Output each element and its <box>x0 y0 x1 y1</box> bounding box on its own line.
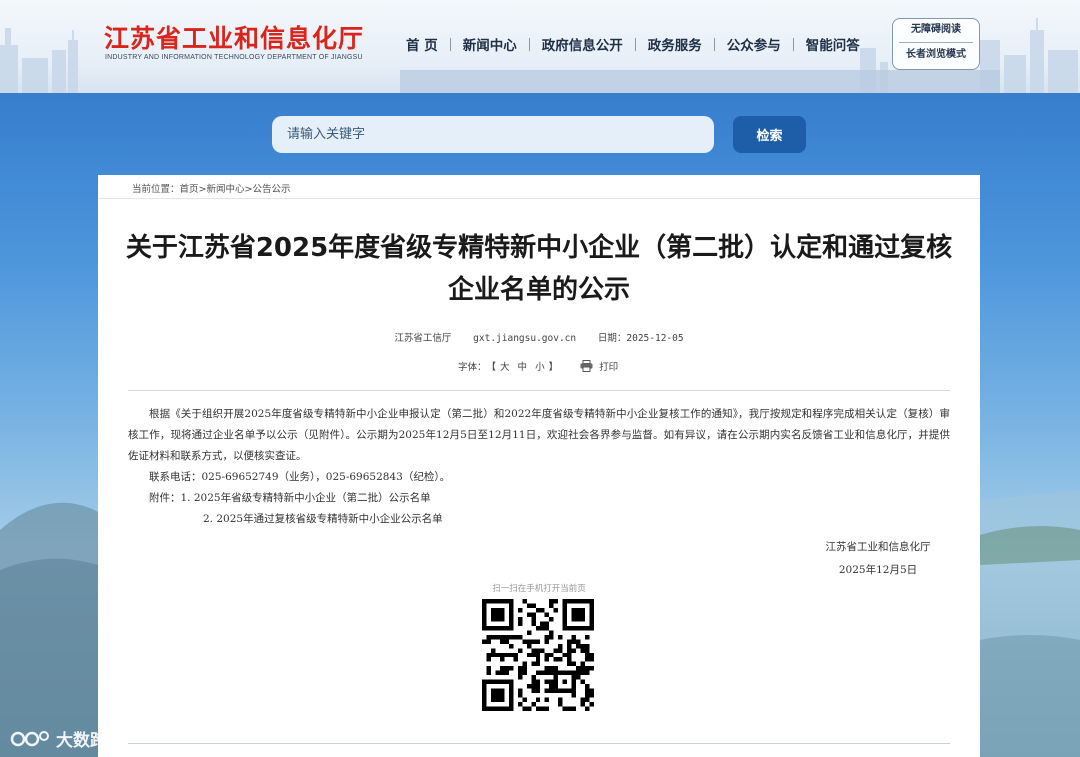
signature-block: 江苏省工业和信息化厅 2025年12月5日 <box>798 536 958 582</box>
nav-divider <box>792 37 794 51</box>
article-tools: 字体： 【 大 中 小 】 打印 <box>458 359 618 373</box>
nav-divider <box>713 37 715 51</box>
nav-news-center[interactable]: 新闻中心 <box>457 34 523 54</box>
barrier-free-reading-button[interactable]: 无障碍阅读 <box>893 19 979 41</box>
article-site: gxt.jiangsu.gov.cn <box>473 333 577 344</box>
main-nav: 首 页 新闻中心 政府信息公开 政务服务 公众参与 智能问答 <box>400 34 866 54</box>
watermark-text: 大数跨境 <box>56 731 124 751</box>
attachment-1-link[interactable]: 1. 2025年省级专精特新中小企业（第二批）公示名单 <box>181 492 431 504</box>
sign-date: 2025年12月5日 <box>838 564 918 576</box>
site-header: 江苏省工业和信息化厅 INDUSTRY AND INFORMATION TECH… <box>0 0 1080 93</box>
watermark: 大数跨境 <box>10 726 124 751</box>
font-size-medium[interactable]: 中 <box>518 359 528 373</box>
printer-icon <box>580 360 593 372</box>
article-body: 根据《关于组织开展2025年度省级专精特新中小企业申报认定（第二批）和2022年… <box>128 404 950 530</box>
breadcrumb-prefix: 当前位置： <box>132 184 180 195</box>
breadcrumb: 当前位置：首页>新闻中心>公告公示 <box>132 181 291 195</box>
nav-divider <box>634 37 636 51</box>
signer-name: 江苏省工业和信息化厅 <box>825 541 931 553</box>
search-input[interactable] <box>272 116 714 153</box>
attachment-1-row: 附件：1. 2025年省级专精特新中小企业（第二批）公示名单 <box>128 488 950 509</box>
attachment-label: 附件： <box>149 492 181 504</box>
nav-home[interactable]: 首 页 <box>400 34 444 54</box>
elderly-mode-button[interactable]: 长者浏览模式 <box>893 44 979 66</box>
qr-caption: 扫一扫在手机打开当前页 <box>492 584 586 594</box>
bracket-right: 】 <box>548 362 559 373</box>
breadcrumb-divider <box>98 198 980 199</box>
breadcrumb-news-center[interactable]: 新闻中心 <box>207 184 245 195</box>
print-label: 打印 <box>599 362 619 373</box>
site-logo-subtitle: INDUSTRY AND INFORMATION TECHNOLOGY DEPA… <box>105 54 363 61</box>
qr-code <box>482 599 594 711</box>
accessibility-divider <box>899 42 973 43</box>
article-date: 日期：2025-12-05 <box>598 333 684 344</box>
print-button[interactable]: 打印 <box>580 359 618 373</box>
nav-gov-services[interactable]: 政务服务 <box>642 34 708 54</box>
font-size-small[interactable]: 小 <box>535 359 545 373</box>
attachment-2-link[interactable]: 2. 2025年通过复核省级专精特新中小企业公示名单 <box>203 513 443 525</box>
watermark-logo-icon <box>10 730 49 746</box>
nav-public-participation[interactable]: 公众参与 <box>721 34 787 54</box>
article-paragraph: 根据《关于组织开展2025年度省级专精特新中小企业申报认定（第二批）和2022年… <box>128 408 950 462</box>
site-logo-title[interactable]: 江苏省工业和信息化厅 <box>104 19 364 55</box>
footer-divider <box>128 743 950 744</box>
font-size-large[interactable]: 大 <box>500 359 510 373</box>
font-size-label: 字体： <box>458 362 487 373</box>
article-card: 当前位置：首页>新闻中心>公告公示 关于江苏省2025年度省级专精特新中小企业（… <box>98 175 980 757</box>
date-label: 日期： <box>597 333 627 344</box>
search-button[interactable]: 检索 <box>733 116 806 153</box>
article-source: 江苏省工信厅 <box>394 333 452 344</box>
date-value: 2025-12-05 <box>626 333 684 344</box>
nav-gov-info-public[interactable]: 政府信息公开 <box>536 34 629 54</box>
breadcrumb-home[interactable]: 首页 <box>180 184 199 195</box>
bracket-left: 【 <box>486 362 497 373</box>
accessibility-box: 无障碍阅读 长者浏览模式 <box>892 18 980 70</box>
article-title: 关于江苏省2025年度省级专精特新中小企业（第二批）认定和通过复核企业名单的公示 <box>125 233 953 305</box>
nav-divider <box>528 37 530 51</box>
attachment-2-row: 2. 2025年通过复核省级专精特新中小企业公示名单 <box>128 509 950 530</box>
nav-divider <box>449 37 451 51</box>
breadcrumb-separator: > <box>198 184 207 195</box>
article-meta: 江苏省工信厅 gxt.jiangsu.gov.cn 日期：2025-12-05 <box>98 330 980 344</box>
content-divider <box>128 390 950 391</box>
contact-line: 联系电话：025-69652749（业务），025-69652843（纪检）。 <box>149 471 451 483</box>
nav-smart-qa[interactable]: 智能问答 <box>800 34 866 54</box>
breadcrumb-announcements[interactable]: 公告公示 <box>252 184 290 195</box>
